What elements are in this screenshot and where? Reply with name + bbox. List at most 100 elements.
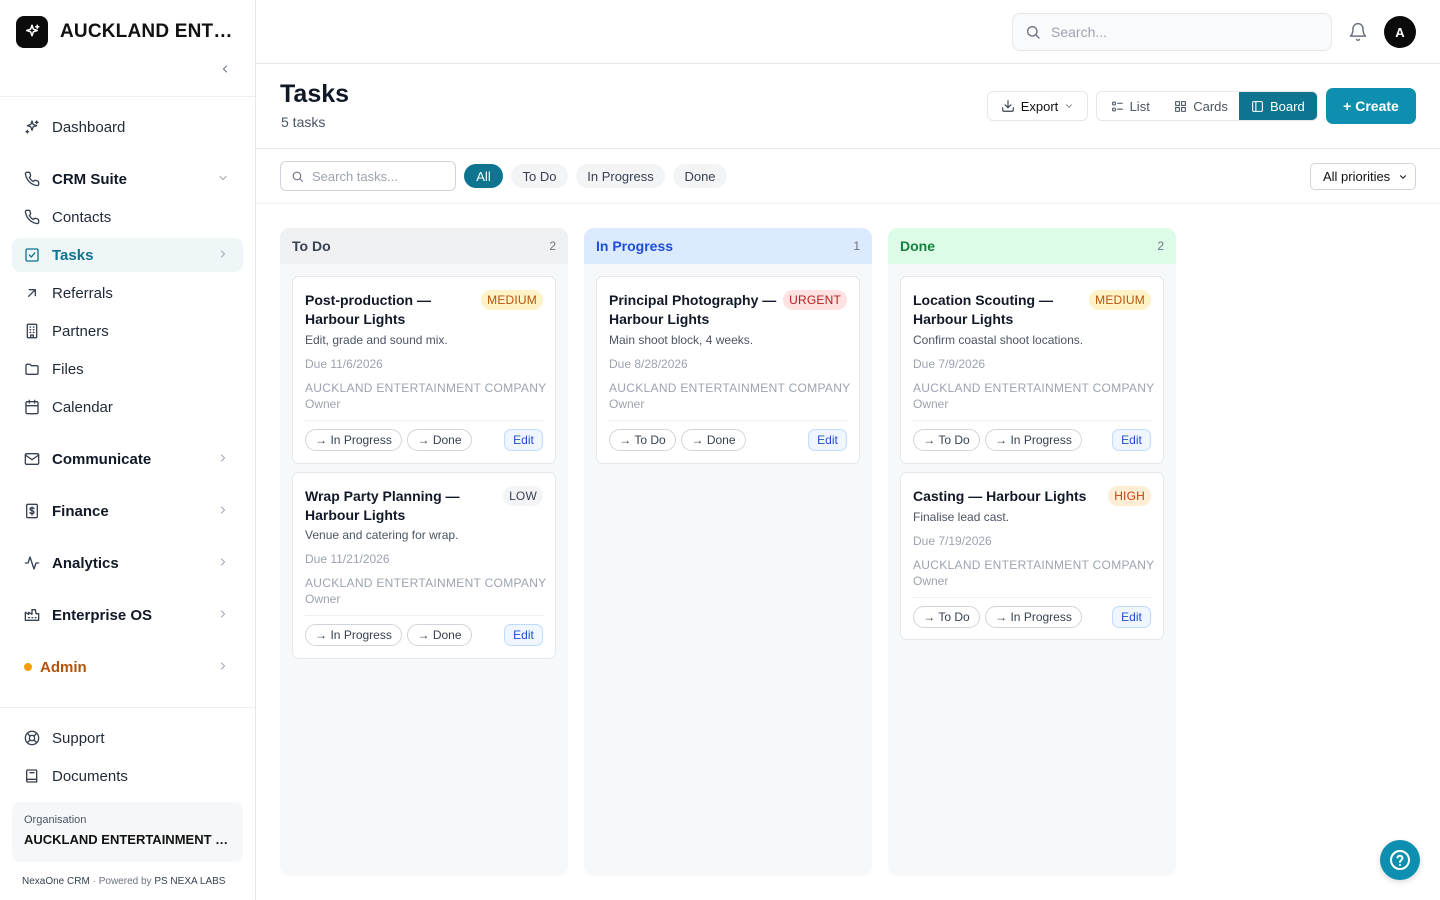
view-cards-button[interactable]: Cards	[1163, 92, 1238, 120]
arrow-up-right-icon	[24, 285, 40, 301]
edit-task-button[interactable]: Edit	[1112, 606, 1151, 628]
task-description: Confirm coastal shoot locations.	[913, 333, 1084, 347]
brand[interactable]: AUCKLAND ENTERTAINMENT COMPANY	[16, 16, 240, 48]
bell-icon	[1349, 22, 1367, 42]
column-title: To Do	[292, 238, 331, 254]
sidebar-group-finance[interactable]: Finance	[12, 494, 243, 528]
task-card[interactable]: Post-production — Harbour Lights MEDIUM …	[292, 276, 556, 464]
task-card[interactable]: Casting — Harbour Lights HIGH Finalise l…	[900, 472, 1164, 640]
export-button[interactable]: Export	[987, 91, 1088, 121]
global-search-input[interactable]	[1051, 24, 1311, 40]
sidebar-divider	[0, 707, 255, 708]
move-to-done-button[interactable]: → Done	[407, 429, 472, 451]
move-to-done-button[interactable]: → Done	[681, 429, 746, 451]
move-to-to-do-button[interactable]: → To Do	[913, 429, 980, 451]
task-description: Edit, grade and sound mix.	[305, 333, 448, 347]
sidebar-item-label: Documents	[52, 767, 128, 785]
chevron-down-icon	[1066, 104, 1073, 108]
footer-vendor: PS NEXA LABS	[154, 876, 226, 887]
priority-badge: LOW	[503, 486, 543, 506]
move-to-in-progress-button[interactable]: → In Progress	[985, 429, 1082, 451]
task-owner: Owner	[913, 574, 949, 588]
task-owner: Owner	[913, 397, 949, 411]
priority-select[interactable]: All priorities	[1310, 163, 1416, 190]
column-count: 1	[853, 239, 860, 253]
filter-chip-all[interactable]: All	[464, 164, 503, 188]
sidebar-item-documents[interactable]: Documents	[12, 759, 243, 793]
board-column-done: Done 2 Location Scouting — Harbour Light…	[888, 228, 1176, 876]
global-search[interactable]	[1012, 13, 1332, 51]
sidebar-item-label: Partners	[52, 322, 109, 340]
status-dot-icon	[24, 663, 32, 671]
book-icon	[24, 768, 40, 784]
sidebar-item-calendar[interactable]: Calendar	[12, 390, 243, 424]
factory-icon	[24, 607, 40, 623]
column-count: 2	[549, 239, 556, 253]
move-to-in-progress-button[interactable]: → In Progress	[985, 606, 1082, 628]
view-list-button[interactable]: List	[1097, 92, 1163, 120]
sidebar-item-label: Dashboard	[52, 118, 126, 136]
sidebar-item-support[interactable]: Support	[12, 721, 243, 755]
sidebar-item-tasks[interactable]: Tasks	[12, 238, 243, 272]
task-card[interactable]: Principal Photography — Harbour Lights U…	[596, 276, 860, 464]
sidebar-item-label: Enterprise OS	[52, 606, 153, 624]
filter-chip-done[interactable]: Done	[673, 164, 727, 188]
sidebar-item-referrals[interactable]: Referrals	[12, 276, 243, 310]
sidebar-footer: NexaOne CRM · Powered by PS NEXA LABS	[22, 876, 225, 887]
column-count: 2	[1157, 239, 1164, 253]
sidebar: AUCKLAND ENTERTAINMENT COMPANY Dashboard…	[0, 0, 256, 900]
filter-chip-to-do[interactable]: To Do	[511, 164, 568, 188]
task-card[interactable]: Wrap Party Planning — Harbour Lights LOW…	[292, 472, 556, 659]
move-to-in-progress-button[interactable]: → In Progress	[305, 624, 402, 646]
filter-chip-in-progress[interactable]: In Progress	[576, 164, 665, 188]
task-search-input[interactable]	[312, 168, 452, 184]
priority-badge: MEDIUM	[1089, 290, 1151, 310]
task-card[interactable]: Location Scouting — Harbour Lights MEDIU…	[900, 276, 1164, 464]
sidebar-item-files[interactable]: Files	[12, 352, 243, 386]
header-divider	[256, 148, 1440, 149]
sidebar-item-label: Referrals	[52, 284, 113, 302]
view-board-button[interactable]: Board	[1238, 92, 1317, 120]
sidebar-item-dashboard[interactable]: Dashboard	[12, 110, 243, 144]
sidebar-item-partners[interactable]: Partners	[12, 314, 243, 348]
avatar[interactable]: A	[1384, 16, 1416, 48]
download-icon	[1001, 100, 1014, 112]
brand-name: AUCKLAND ENTERTAINMENT COMPANY	[60, 21, 240, 42]
move-to-in-progress-button[interactable]: → In Progress	[305, 429, 402, 451]
move-to-to-do-button[interactable]: → To Do	[913, 606, 980, 628]
help-button[interactable]	[1380, 840, 1420, 880]
help-circle-icon	[1390, 850, 1410, 870]
create-button[interactable]: + Create	[1326, 88, 1416, 124]
sidebar-group-crm-suite[interactable]: CRM Suite	[12, 162, 243, 196]
sidebar-item-contacts[interactable]: Contacts	[12, 200, 243, 234]
edit-task-button[interactable]: Edit	[808, 429, 847, 451]
sidebar-group-communicate[interactable]: Communicate	[12, 442, 243, 476]
sidebar-group-analytics[interactable]: Analytics	[12, 546, 243, 580]
edit-task-button[interactable]: Edit	[504, 429, 543, 451]
chevron-right-icon	[221, 662, 225, 670]
organisation-switcher[interactable]: Organisation AUCKLAND ENTERTAINMENT COMP…	[12, 802, 243, 862]
task-company: AUCKLAND ENTERTAINMENT COMPANY	[913, 558, 1155, 572]
move-to-to-do-button[interactable]: → To Do	[609, 429, 676, 451]
sparkle-icon	[24, 119, 40, 135]
notifications-button[interactable]	[1348, 22, 1368, 42]
organisation-name: AUCKLAND ENTERTAINMENT COMPANY	[24, 832, 231, 847]
edit-task-button[interactable]: Edit	[1112, 429, 1151, 451]
sidebar-divider	[0, 96, 255, 97]
sidebar-group-enterprise-os[interactable]: Enterprise OS	[12, 598, 243, 632]
sidebar-item-label: CRM Suite	[52, 170, 127, 188]
collapse-sidebar-button[interactable]	[216, 60, 234, 78]
task-description: Main shoot block, 4 weeks.	[609, 333, 754, 347]
building-icon	[24, 323, 40, 339]
task-owner: Owner	[305, 592, 341, 606]
edit-task-button[interactable]: Edit	[504, 624, 543, 646]
sparkle-logo-icon	[16, 16, 48, 48]
sidebar-group-admin[interactable]: Admin	[12, 650, 243, 684]
footer-separator: ·	[92, 876, 96, 887]
card-divider	[305, 420, 545, 421]
chevron-right-icon	[221, 506, 225, 514]
mail-icon	[24, 451, 40, 467]
task-search[interactable]	[280, 161, 456, 191]
move-to-done-button[interactable]: → Done	[407, 624, 472, 646]
task-description: Venue and catering for wrap.	[305, 528, 459, 542]
